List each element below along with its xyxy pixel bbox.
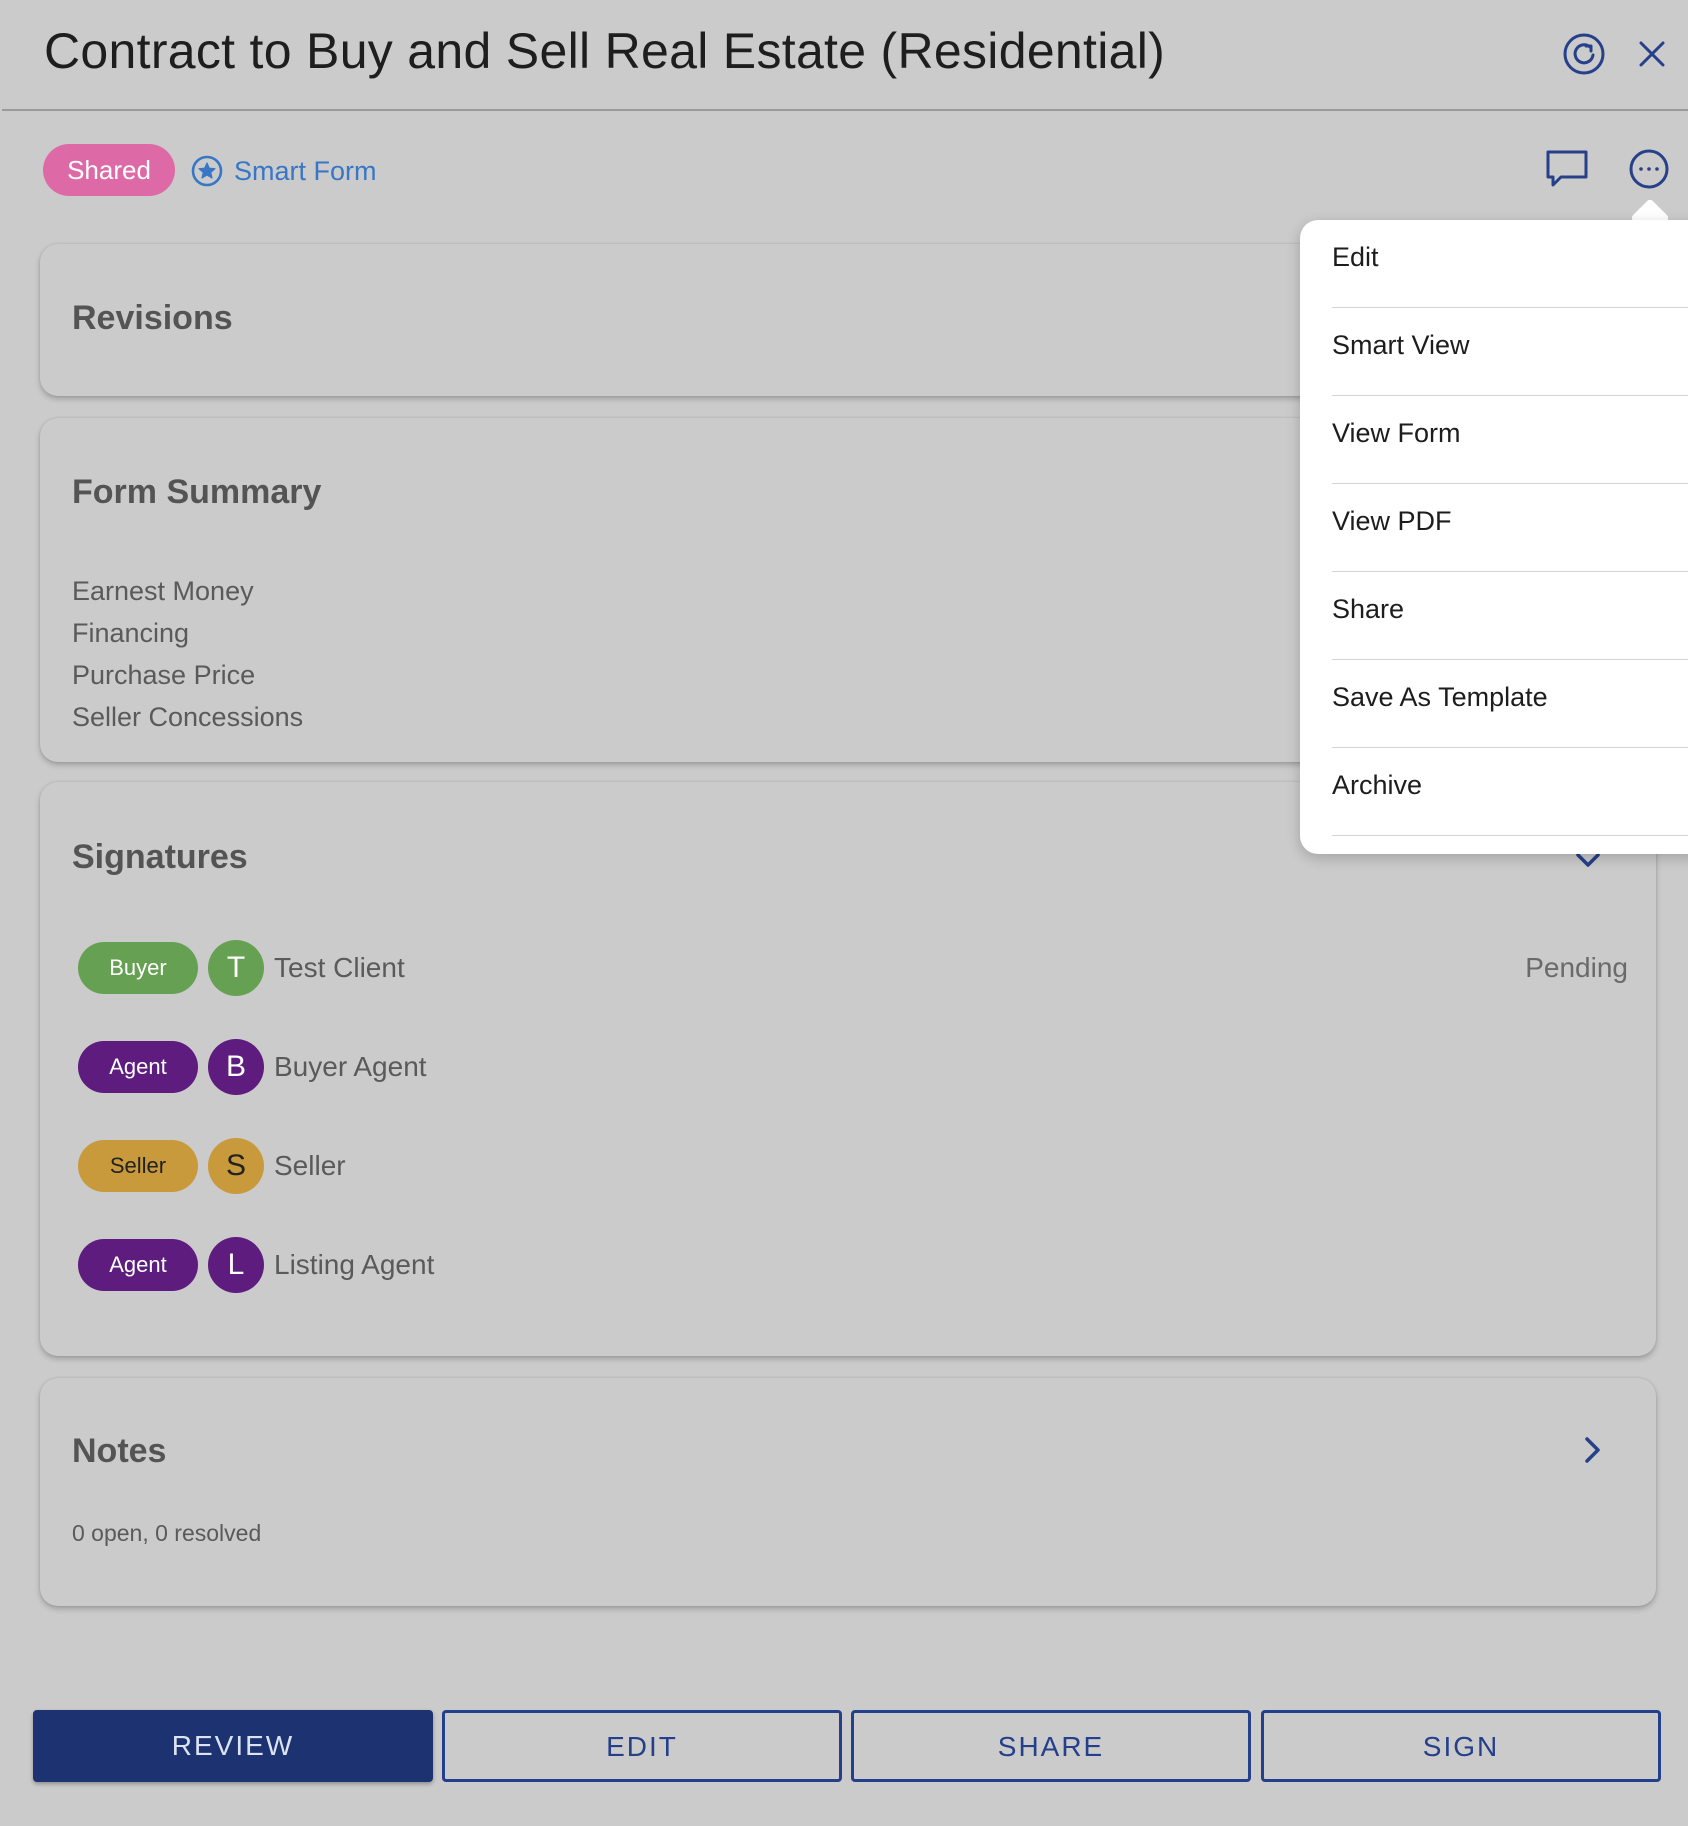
list-item: Earnest Money xyxy=(72,576,254,606)
chevron-right-icon[interactable] xyxy=(1574,1432,1610,1468)
signatures-title: Signatures xyxy=(72,838,248,876)
notes-summary: 0 open, 0 resolved xyxy=(72,1520,262,1546)
signer-row[interactable]: Buyer T Test Client Pending xyxy=(78,940,1628,996)
notes-card[interactable]: Notes 0 open, 0 resolved xyxy=(40,1378,1656,1606)
refresh-icon[interactable] xyxy=(1560,30,1608,78)
signatures-card: Signatures Buyer T Test Client Pending A… xyxy=(40,782,1656,1356)
notes-title: Notes xyxy=(72,1432,167,1470)
list-item: Seller Concessions xyxy=(72,702,304,732)
comment-icon[interactable] xyxy=(1544,148,1590,190)
star-badge-icon xyxy=(190,154,224,188)
modal-header: Contract to Buy and Sell Real Estate (Re… xyxy=(2,0,1688,111)
page-title: Contract to Buy and Sell Real Estate (Re… xyxy=(44,23,1166,79)
menu-item-label: View Form xyxy=(1332,418,1461,448)
menu-item-view-pdf[interactable]: View PDF xyxy=(1332,484,1688,572)
role-badge: Seller xyxy=(78,1140,198,1192)
smart-form-link[interactable]: Smart Form xyxy=(190,150,377,192)
signer-row[interactable]: Seller S Seller xyxy=(78,1138,1618,1194)
edit-button[interactable]: EDIT xyxy=(442,1710,842,1782)
signer-status: Pending xyxy=(1525,952,1628,983)
signer-name: Test Client xyxy=(274,952,405,983)
avatar: T xyxy=(208,940,264,996)
menu-item-archive[interactable]: Archive xyxy=(1332,748,1688,836)
signer-name: Buyer Agent xyxy=(274,1051,427,1082)
signer-row[interactable]: Agent B Buyer Agent xyxy=(78,1039,1618,1095)
status-badge: Shared xyxy=(43,144,175,196)
menu-item-label: View PDF xyxy=(1332,506,1452,536)
signer-name: Seller xyxy=(274,1150,346,1181)
menu-item-save-as-template[interactable]: Save As Template xyxy=(1332,660,1688,748)
role-badge: Buyer xyxy=(78,942,198,994)
more-options-icon[interactable] xyxy=(1628,148,1670,190)
close-icon[interactable] xyxy=(1628,30,1676,78)
signer-name: Listing Agent xyxy=(274,1249,435,1280)
menu-item-label: Share xyxy=(1332,594,1405,624)
menu-item-label: Save As Template xyxy=(1332,682,1548,712)
avatar: S xyxy=(208,1138,264,1194)
menu-item-view-form[interactable]: View Form xyxy=(1332,396,1688,484)
list-item: Financing xyxy=(72,618,190,648)
review-button[interactable]: REVIEW xyxy=(33,1710,433,1782)
menu-item-label: Smart View xyxy=(1332,330,1470,360)
menu-item-edit[interactable]: Edit xyxy=(1332,220,1688,308)
list-item: Purchase Price xyxy=(72,660,256,690)
signer-row[interactable]: Agent L Listing Agent xyxy=(78,1237,1618,1293)
share-button[interactable]: SHARE xyxy=(851,1710,1251,1782)
more-options-menu: Edit Smart View View Form View PDF Share… xyxy=(1300,220,1688,854)
smart-form-label: Smart Form xyxy=(234,155,377,186)
revisions-title: Revisions xyxy=(72,299,233,337)
form-summary-list: Earnest Money Financing Purchase Price S… xyxy=(72,570,303,738)
menu-item-share[interactable]: Share xyxy=(1332,572,1688,660)
form-summary-title: Form Summary xyxy=(72,473,322,511)
role-badge: Agent xyxy=(78,1041,198,1093)
menu-item-label: Archive xyxy=(1332,770,1423,800)
avatar: B xyxy=(208,1039,264,1095)
role-badge: Agent xyxy=(78,1239,198,1291)
avatar: L xyxy=(208,1237,264,1293)
sign-button[interactable]: SIGN xyxy=(1261,1710,1661,1782)
menu-item-smart-view[interactable]: Smart View xyxy=(1332,308,1688,396)
menu-item-label: Edit xyxy=(1332,242,1379,272)
